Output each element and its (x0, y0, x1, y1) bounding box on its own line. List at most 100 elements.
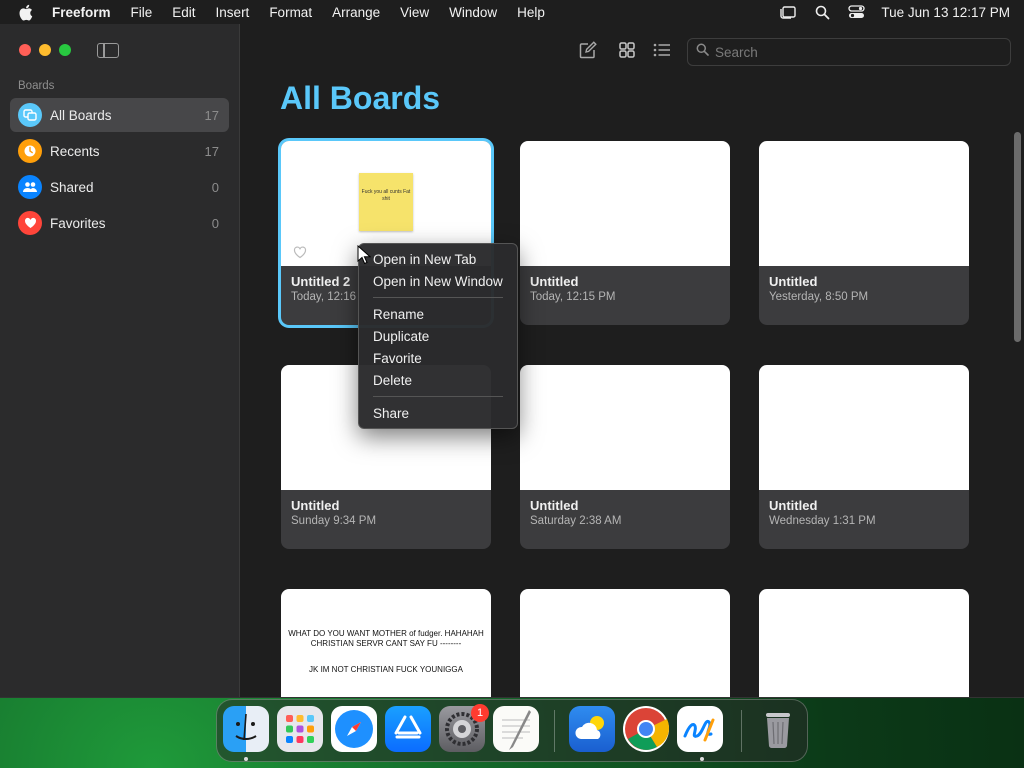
people-icon (18, 175, 42, 199)
app-store-icon[interactable] (385, 706, 431, 752)
board-thumbnail (520, 589, 730, 697)
menu-clock[interactable]: Tue Jun 13 12:17 PM (881, 5, 1010, 20)
window-controls (19, 44, 71, 56)
favorite-heart-icon[interactable] (293, 245, 307, 259)
boards-icon (18, 103, 42, 127)
board-title: Untitled (530, 498, 579, 513)
menu-view[interactable]: View (400, 5, 429, 20)
page-title: All Boards (280, 80, 441, 116)
menu-item-favorite[interactable]: Favorite (359, 347, 517, 369)
control-center-icon[interactable] (847, 4, 865, 20)
sidebar-toggle-icon[interactable] (97, 43, 119, 58)
apple-menu-icon[interactable] (18, 3, 36, 21)
board-title: Untitled (530, 274, 579, 289)
menu-item-delete[interactable]: Delete (359, 369, 517, 391)
board-card[interactable]: WHAT DO YOU WANT MOTHER of fudger. HAHAH… (281, 589, 491, 697)
menu-file[interactable]: File (131, 5, 153, 20)
sidebar-item-count: 17 (204, 143, 219, 159)
menu-arrange[interactable]: Arrange (332, 5, 380, 20)
sidebar-item-recents[interactable]: Recents 17 (10, 134, 229, 168)
minimize-window-button[interactable] (39, 44, 51, 56)
menu-item-open-new-tab[interactable]: Open in New Tab (359, 248, 517, 270)
search-field[interactable] (687, 38, 1011, 66)
board-thumbnail (759, 141, 969, 266)
chrome-icon[interactable] (623, 706, 670, 752)
sidebar-item-favorites[interactable]: Favorites 0 (10, 206, 229, 240)
close-window-button[interactable] (19, 44, 31, 56)
board-card[interactable]: Untitled Today, 12:15 PM (520, 141, 730, 325)
safari-icon[interactable] (331, 706, 377, 752)
freeform-icon[interactable] (677, 706, 723, 752)
notification-badge: 1 (471, 704, 489, 722)
context-menu: Open in New Tab Open in New Window Renam… (358, 243, 518, 429)
dock-separator (554, 710, 555, 752)
sidebar: Boards All Boards 17 Recents 17 Shared 0… (0, 24, 240, 697)
menu-window[interactable]: Window (449, 5, 497, 20)
board-thumbnail-text: JK IM NOT CHRISTIAN FUCK YOUNIGGA (309, 665, 463, 674)
mouse-cursor-icon (357, 245, 371, 265)
board-card[interactable] (759, 589, 969, 697)
menu-item-share[interactable]: Share (359, 402, 517, 424)
zoom-window-button[interactable] (59, 44, 71, 56)
menu-item-open-new-window[interactable]: Open in New Window (359, 270, 517, 292)
menu-insert[interactable]: Insert (216, 5, 250, 20)
textedit-icon[interactable] (493, 706, 539, 752)
menu-edit[interactable]: Edit (172, 5, 195, 20)
search-icon (696, 43, 709, 61)
board-thumbnail (520, 141, 730, 266)
scroll-thumb[interactable] (1014, 132, 1021, 342)
running-indicator (244, 757, 248, 761)
board-date: Today, 12:15 PM (530, 291, 616, 303)
icloud-weather-icon[interactable] (569, 706, 615, 752)
board-thumbnail (759, 365, 969, 490)
board-title: Untitled (769, 274, 818, 289)
menu-help[interactable]: Help (517, 5, 545, 20)
search-input[interactable] (715, 44, 995, 60)
new-board-icon[interactable] (577, 40, 599, 60)
board-meta: Untitled Wednesday 1:31 PM (769, 498, 876, 527)
sidebar-item-all-boards[interactable]: All Boards 17 (10, 98, 229, 132)
stage-manager-icon[interactable] (779, 4, 797, 20)
board-date: Saturday 2:38 AM (530, 515, 622, 527)
scrollbar[interactable] (1011, 130, 1023, 697)
board-title: Untitled (769, 498, 818, 513)
board-card[interactable]: Untitled Saturday 2:38 AM (520, 365, 730, 549)
sidebar-item-shared[interactable]: Shared 0 (10, 170, 229, 204)
dock-separator (741, 710, 742, 752)
menu-separator (373, 396, 503, 397)
dock: 1 (216, 699, 808, 762)
board-card[interactable]: Untitled Wednesday 1:31 PM (759, 365, 969, 549)
finder-icon[interactable] (223, 706, 269, 752)
list-view-icon[interactable] (651, 40, 673, 60)
sidebar-item-label: Shared (50, 179, 94, 195)
board-meta: Untitled Today, 12:15 PM (530, 274, 615, 303)
board-meta: Untitled Sunday 9:34 PM (291, 498, 376, 527)
board-date: Today, 12:16 (291, 291, 357, 303)
board-thumbnail: WHAT DO YOU WANT MOTHER of fudger. HAHAH… (281, 589, 491, 697)
sidebar-item-count: 0 (211, 215, 219, 231)
heart-icon (18, 211, 42, 235)
board-title: Untitled 2 (291, 274, 351, 289)
clock-icon (18, 139, 42, 163)
trash-icon[interactable] (755, 706, 801, 752)
menu-item-duplicate[interactable]: Duplicate (359, 325, 517, 347)
board-card[interactable] (520, 589, 730, 697)
board-card[interactable]: Untitled Yesterday, 8:50 PM (759, 141, 969, 325)
board-title: Untitled (291, 498, 340, 513)
menu-format[interactable]: Format (269, 5, 312, 20)
menu-item-rename[interactable]: Rename (359, 303, 517, 325)
spotlight-search-icon[interactable] (813, 4, 831, 20)
menu-app-name[interactable]: Freeform (52, 5, 111, 20)
board-meta: Untitled Saturday 2:38 AM (530, 498, 621, 527)
sticky-note: Fuck you all cunts Fat shit (359, 173, 413, 231)
sidebar-item-label: All Boards (50, 107, 112, 123)
grid-view-icon[interactable] (616, 40, 638, 60)
board-thumbnail-text: WHAT DO YOU WANT MOTHER of fudger. HAHAH… (288, 629, 484, 648)
launchpad-icon[interactable] (277, 706, 323, 752)
sidebar-item-count: 0 (211, 179, 219, 195)
board-thumbnail (520, 365, 730, 490)
sidebar-item-label: Favorites (50, 215, 106, 231)
sidebar-item-count: 17 (204, 107, 219, 123)
sidebar-heading: Boards (18, 80, 55, 92)
menu-bar: Freeform File Edit Insert Format Arrange… (0, 0, 1024, 24)
